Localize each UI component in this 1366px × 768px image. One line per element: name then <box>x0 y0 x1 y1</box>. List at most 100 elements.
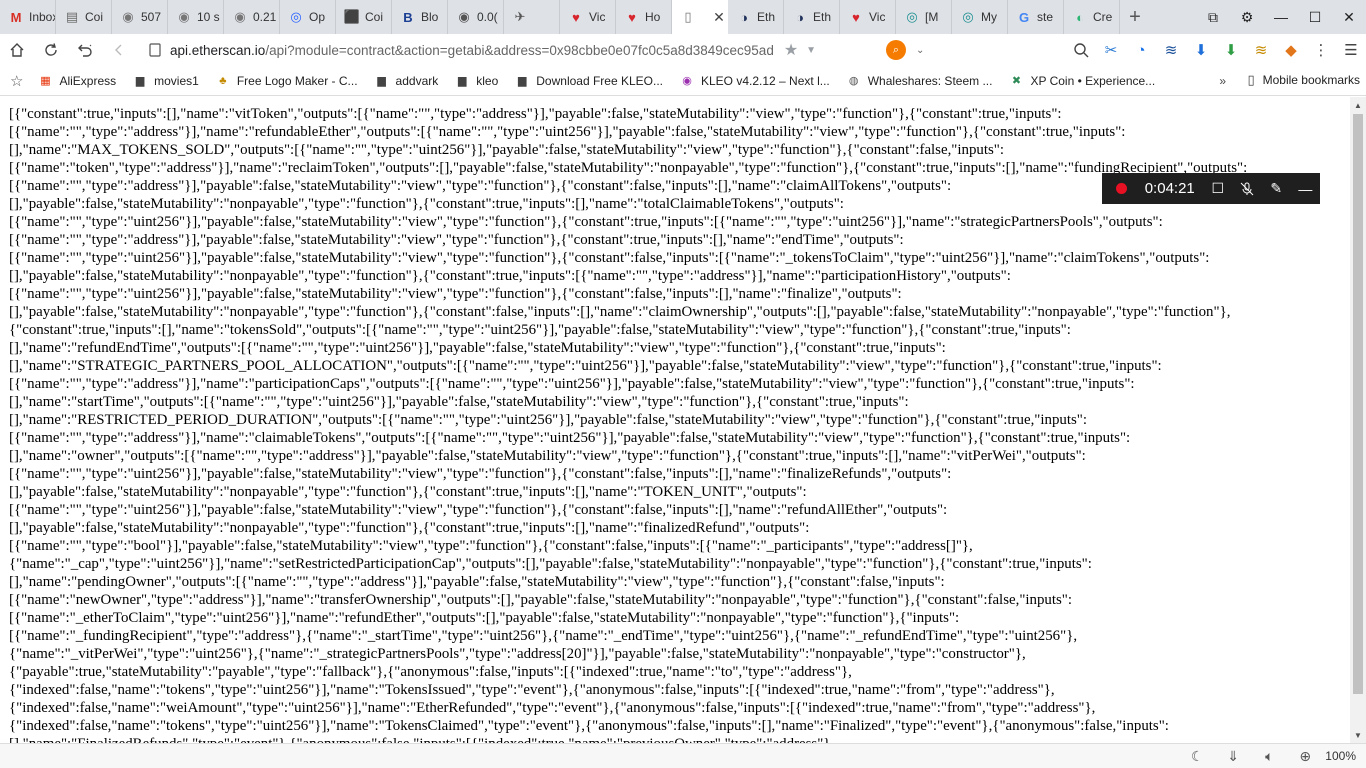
json-line: [{"name":"","type":"uint256"}],"payable"… <box>9 286 902 302</box>
extensions-puzzle-icon[interactable]: ⚙ <box>1230 0 1264 34</box>
maximize-button[interactable]: ☐ <box>1298 0 1332 34</box>
minimize-button[interactable]: — <box>1264 0 1298 34</box>
browser-tab[interactable]: ▯ ✕ <box>672 0 728 34</box>
minimize-recorder-icon[interactable]: — <box>1291 173 1320 204</box>
extension-icon[interactable]: ⬇ <box>1216 34 1246 66</box>
browser-tab[interactable]: ◑ Eth <box>784 0 840 34</box>
check-icon[interactable]: ◔ <box>1126 34 1156 66</box>
browser-tab[interactable]: ◉ 0.21 <box>224 0 280 34</box>
tab-title: Vic <box>589 10 606 24</box>
json-line: [{"name":"_etherToClaim","type":"uint256… <box>9 610 960 626</box>
bookmark-item[interactable]: ▦ AliExpress <box>37 73 116 89</box>
bookmark-label: Download Free KLEO... <box>536 73 663 88</box>
tab-favicon-icon: ◐ <box>1076 9 1084 25</box>
metamask-icon[interactable]: ◆ <box>1276 34 1306 66</box>
scissors-icon[interactable]: ✂ <box>1096 34 1126 66</box>
zoom-icon[interactable]: ⊕ <box>1287 744 1323 768</box>
vertical-scrollbar[interactable]: ▲ ▼ <box>1350 97 1366 743</box>
scroll-down-icon[interactable]: ▼ <box>1350 727 1366 743</box>
tab-search-icon[interactable]: ⧉ <box>1196 0 1230 34</box>
json-line: [],"name":"STRATEGIC_PARTNERS_POOL_ALLOC… <box>9 358 1162 374</box>
search-engine-icon[interactable]: ⌕ <box>886 40 906 60</box>
stop-icon[interactable]: ☐ <box>1203 173 1232 204</box>
browser-tab[interactable]: ♥ Ho <box>616 0 672 34</box>
record-indicator-icon <box>1116 183 1127 194</box>
browser-tab[interactable]: ◎ Op <box>280 0 336 34</box>
browser-tab[interactable]: ◉ 507 <box>112 0 168 34</box>
bookmark-favicon-icon: ◍ <box>848 75 859 87</box>
bookmarks-bar: ☆ ▦ AliExpress ▆ movies1 ♣ Free Logo Maker - … <box>0 66 1366 96</box>
tab-close-icon[interactable]: ✕ <box>710 8 728 26</box>
home-button[interactable] <box>0 34 34 66</box>
json-line: [],"name":"RESTRICTED_PERIOD_DURATION","… <box>9 412 1088 428</box>
tab-title: Eth <box>813 10 832 24</box>
reload-button[interactable] <box>34 34 68 66</box>
bookmark-item[interactable]: ▆ kleo <box>454 73 498 89</box>
extensions-area: ✂ ◔ ≋ ⬇ ⬇ ≋ ◆ ⋮ ☰ <box>1066 34 1366 66</box>
close-window-button[interactable]: ✕ <box>1332 0 1366 34</box>
new-tab-button[interactable]: + <box>1120 0 1150 34</box>
search-engine-dropdown-icon[interactable]: ⌄ <box>916 45 924 56</box>
json-line: [{"name":"","type":"bool"}],"payable":fa… <box>9 538 973 554</box>
bookmark-item[interactable]: ♣ Free Logo Maker - C... <box>215 73 357 89</box>
mobile-bookmarks-folder[interactable]: ▯ Mobile bookmarks <box>1247 72 1360 88</box>
steem-icon[interactable]: ≋ <box>1156 34 1186 66</box>
bookmark-item[interactable]: ▆ movies1 <box>132 73 199 89</box>
browser-tab[interactable]: ◎ [M <box>896 0 952 34</box>
json-line: [{"name":"","type":"address"}],"name":"c… <box>9 430 1131 446</box>
tab-title: Vic <box>869 10 886 24</box>
browser-tab[interactable]: ◉ 10 s <box>168 0 224 34</box>
scroll-up-icon[interactable]: ▲ <box>1350 97 1366 113</box>
download-status-icon[interactable]: ⇓ <box>1215 744 1251 768</box>
bookmark-star-icon[interactable]: ★ <box>784 40 798 60</box>
tab-title: 10 s <box>197 10 220 24</box>
browser-tab[interactable]: M Inbox <box>0 0 56 34</box>
bookmark-item[interactable]: ▆ Download Free KLEO... <box>514 73 663 89</box>
json-line: {"indexed":false,"name":"weiAmount","typ… <box>9 700 1096 716</box>
pen-icon[interactable]: ✎ <box>1262 173 1291 204</box>
night-mode-icon[interactable]: ☾ <box>1179 744 1215 768</box>
scrollbar-thumb[interactable] <box>1353 114 1363 694</box>
zoom-level[interactable]: 100% <box>1325 749 1356 763</box>
tab-favicon-icon: ◉ <box>458 9 470 24</box>
url-bar[interactable]: api.etherscan.io/api?module=contract&act… <box>148 37 848 63</box>
hamburger-icon[interactable]: ☰ <box>1336 34 1366 66</box>
browser-tab[interactable]: ✈ <box>504 0 560 34</box>
bookmark-label: KLEO v4.2.12 – Next l... <box>701 73 830 88</box>
bookmark-label: kleo <box>476 73 499 88</box>
tab-favicon-icon: G <box>1018 9 1030 25</box>
browser-tab[interactable]: ♥ Vic <box>560 0 616 34</box>
browser-tab[interactable]: Gste <box>1008 0 1064 34</box>
json-line: {"name":"_vitPerWei","type":"uint256"},{… <box>9 646 1026 662</box>
bookmark-manager-icon[interactable]: ☆ <box>10 72 23 90</box>
back-button[interactable] <box>102 34 136 66</box>
undo-close-tab-button[interactable] <box>68 34 102 66</box>
tab-favicon-icon: ◑ <box>796 9 804 25</box>
browser-tab[interactable]: ◑ Eth <box>728 0 784 34</box>
search-icon[interactable] <box>1066 34 1096 66</box>
browser-tab[interactable]: ◉ 0.0( <box>448 0 504 34</box>
tab-favicon-icon: ♥ <box>852 9 860 25</box>
download-icon[interactable]: ⬇ <box>1186 34 1216 66</box>
browser-tab[interactable]: ◎ My <box>952 0 1008 34</box>
bookmark-item[interactable]: ▆ addvark <box>374 73 438 89</box>
bookmark-dropdown-icon[interactable]: ▼ <box>806 45 816 56</box>
menu-icon[interactable]: ⋮ <box>1306 34 1336 66</box>
browser-tab[interactable]: ◐ Cre <box>1064 0 1120 34</box>
volume-icon[interactable]: 🔈︎ <box>1251 744 1287 768</box>
bookmark-item[interactable]: ✖ XP Coin • Experience... <box>1008 73 1155 89</box>
tab-title: Ho <box>645 10 661 24</box>
mic-muted-icon[interactable] <box>1232 173 1261 204</box>
whaleshares-icon[interactable]: ≋ <box>1246 34 1276 66</box>
browser-tab[interactable]: ⬛ Coi <box>336 0 392 34</box>
tab-title: Inbox <box>29 10 55 24</box>
browser-tab[interactable]: B Blo <box>392 0 448 34</box>
bookmarks-overflow-button[interactable]: » <box>1219 74 1226 88</box>
browser-tab[interactable]: ♥ Vic <box>840 0 896 34</box>
tab-favicon-icon: ◎ <box>906 9 918 24</box>
tab-title: ste <box>1037 10 1054 24</box>
bookmark-item[interactable]: ◉ KLEO v4.2.12 – Next l... <box>679 73 830 89</box>
bookmark-item[interactable]: ◍ Whaleshares: Steem ... <box>846 73 993 89</box>
page-info-icon[interactable] <box>148 43 162 57</box>
browser-tab[interactable]: ▤ Coi <box>56 0 112 34</box>
